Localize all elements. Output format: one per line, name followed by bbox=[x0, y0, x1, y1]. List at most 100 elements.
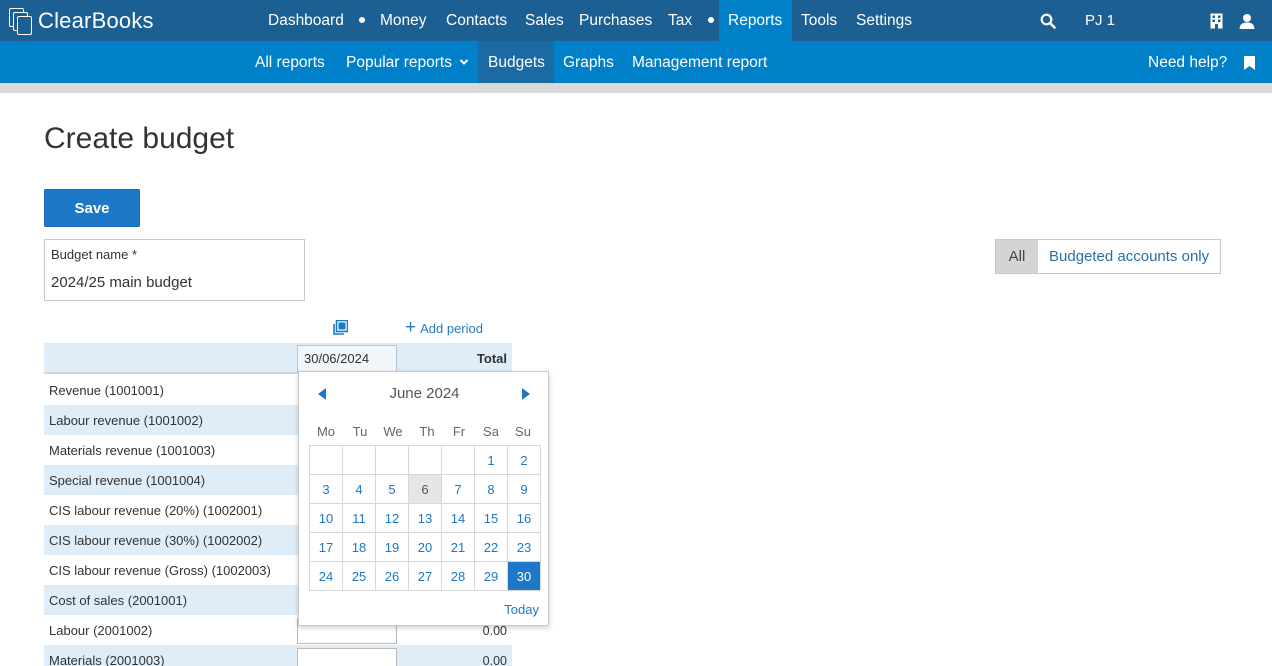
budget-amount-input[interactable] bbox=[297, 648, 397, 666]
datepicker-day[interactable]: 8 bbox=[474, 474, 508, 504]
datepicker-empty-cell bbox=[441, 445, 475, 475]
account-name: Materials revenue (1001003) bbox=[49, 443, 216, 458]
account-name: Cost of sales (2001001) bbox=[49, 593, 188, 608]
datepicker-empty-cell bbox=[342, 445, 376, 475]
total-column-header: Total bbox=[476, 351, 507, 366]
datepicker-day[interactable]: 11 bbox=[342, 503, 376, 533]
datepicker-day[interactable]: 6 bbox=[408, 474, 442, 504]
page-title: Create budget bbox=[44, 122, 235, 155]
datepicker-day[interactable]: 24 bbox=[309, 561, 343, 591]
next-month-icon[interactable] bbox=[522, 388, 530, 400]
datepicker-day[interactable]: 3 bbox=[309, 474, 343, 504]
building-icon[interactable] bbox=[1210, 13, 1223, 29]
datepicker-day[interactable]: 20 bbox=[408, 532, 442, 562]
add-period-label: Add period bbox=[420, 320, 483, 336]
bookmark-icon[interactable] bbox=[1244, 56, 1255, 70]
datepicker-day[interactable]: 27 bbox=[408, 561, 442, 591]
datepicker-day[interactable]: 4 bbox=[342, 474, 376, 504]
user-menu[interactable]: PJ 1 bbox=[1085, 0, 1115, 41]
datepicker-day[interactable]: 22 bbox=[474, 532, 508, 562]
datepicker-day[interactable]: 28 bbox=[441, 561, 475, 591]
datepicker-day[interactable]: 26 bbox=[375, 561, 409, 591]
datepicker-day[interactable]: 5 bbox=[375, 474, 409, 504]
datepicker-day[interactable]: 21 bbox=[441, 532, 475, 562]
save-button[interactable]: Save bbox=[44, 189, 140, 227]
account-filter-toggle: All Budgeted accounts only bbox=[995, 239, 1222, 274]
weekday-header: Mo bbox=[316, 424, 336, 439]
today-link[interactable]: Today bbox=[504, 602, 539, 617]
datepicker-day[interactable]: 16 bbox=[507, 503, 541, 533]
datepicker-month-title: June 2024 bbox=[389, 385, 460, 402]
nav-purchases[interactable]: Purchases bbox=[579, 0, 652, 41]
nav-tools[interactable]: Tools bbox=[801, 0, 837, 41]
datepicker-popup: June 2024 Mo Tu We Th Fr Sa Su 123456789… bbox=[298, 371, 549, 626]
nav-dashboard[interactable]: Dashboard bbox=[268, 0, 344, 41]
subnav-all-reports[interactable]: All reports bbox=[255, 41, 325, 83]
nav-separator-dot-icon bbox=[359, 17, 365, 23]
row-total: 0.00 bbox=[482, 624, 507, 638]
logo-text: ClearBooks bbox=[38, 8, 154, 33]
header-divider bbox=[0, 83, 1272, 93]
datepicker-day[interactable]: 2 bbox=[507, 445, 541, 475]
datepicker-day[interactable]: 10 bbox=[309, 503, 343, 533]
period-date-input[interactable]: 30/06/2024 bbox=[297, 345, 397, 372]
nav-contacts[interactable]: Contacts bbox=[446, 0, 507, 41]
datepicker-day[interactable]: 23 bbox=[507, 532, 541, 562]
nav-tax[interactable]: Tax bbox=[668, 0, 692, 41]
table-row: Materials (2001003) 0.00 bbox=[44, 645, 512, 666]
datepicker-day[interactable]: 15 bbox=[474, 503, 508, 533]
datepicker-week-row: 24 25 26 27 28 29 30 bbox=[309, 561, 541, 591]
datepicker-empty-cell bbox=[309, 445, 343, 475]
datepicker-empty-cell bbox=[408, 445, 442, 475]
logo-mark-icon bbox=[8, 7, 36, 35]
filter-all-button[interactable]: All bbox=[996, 240, 1038, 273]
account-name: CIS labour revenue (30%) (1002002) bbox=[49, 533, 263, 548]
datepicker-day[interactable]: 29 bbox=[474, 561, 508, 591]
account-name: CIS labour revenue (20%) (1002001) bbox=[49, 503, 263, 518]
account-name: Labour revenue (1001002) bbox=[49, 413, 203, 428]
datepicker-day[interactable]: 30 bbox=[507, 561, 541, 591]
user-icon[interactable] bbox=[1239, 13, 1255, 29]
datepicker-day[interactable]: 18 bbox=[342, 532, 376, 562]
need-help-link[interactable]: Need help? bbox=[1148, 41, 1227, 83]
subnav-popular-reports-label: Popular reports bbox=[346, 54, 452, 71]
clearbooks-logo[interactable]: ClearBooks bbox=[8, 7, 154, 35]
account-name: Materials (2001003) bbox=[49, 653, 165, 666]
budget-name-label: Budget name * bbox=[51, 247, 138, 262]
datepicker-day[interactable]: 25 bbox=[342, 561, 376, 591]
budget-name-field[interactable]: Budget name * 2024/25 main budget bbox=[44, 239, 305, 301]
datepicker-week-row: 17 18 19 20 21 22 23 bbox=[309, 532, 541, 562]
search-icon[interactable] bbox=[1040, 13, 1056, 29]
add-period-button[interactable]: + Add period bbox=[405, 318, 483, 337]
datepicker-day[interactable]: 7 bbox=[441, 474, 475, 504]
subnav-budgets[interactable]: Budgets bbox=[478, 41, 554, 83]
budget-grid-header: 30/06/2024 Total bbox=[44, 343, 512, 374]
datepicker-day[interactable]: 1 bbox=[474, 445, 508, 475]
account-name: Labour (2001002) bbox=[49, 623, 153, 638]
datepicker-empty-cell bbox=[375, 445, 409, 475]
datepicker-day[interactable]: 17 bbox=[309, 532, 343, 562]
datepicker-day[interactable]: 9 bbox=[507, 474, 541, 504]
nav-sales[interactable]: Sales bbox=[525, 0, 564, 41]
nav-separator-dot-icon bbox=[708, 17, 714, 23]
subnav-popular-reports[interactable]: Popular reports bbox=[346, 41, 469, 83]
nav-reports[interactable]: Reports bbox=[719, 0, 792, 41]
weekday-header: Su bbox=[515, 424, 531, 439]
subnav-graphs[interactable]: Graphs bbox=[563, 41, 614, 83]
weekday-header: We bbox=[383, 424, 403, 439]
nav-settings[interactable]: Settings bbox=[856, 0, 912, 41]
chevron-down-icon bbox=[460, 59, 469, 65]
copy-icon[interactable] bbox=[332, 320, 348, 336]
weekday-header: Tu bbox=[352, 424, 368, 439]
weekday-header: Fr bbox=[452, 424, 466, 439]
subnav-management-report[interactable]: Management report bbox=[632, 41, 767, 83]
filter-budgeted-only-button[interactable]: Budgeted accounts only bbox=[1038, 240, 1221, 273]
datepicker-day[interactable]: 14 bbox=[441, 503, 475, 533]
datepicker-week-row: 12 bbox=[309, 445, 541, 475]
nav-money[interactable]: Money bbox=[380, 0, 427, 41]
datepicker-day[interactable]: 19 bbox=[375, 532, 409, 562]
budget-name-input[interactable]: 2024/25 main budget bbox=[51, 274, 192, 291]
datepicker-day[interactable]: 13 bbox=[408, 503, 442, 533]
reports-subnav: All reports Popular reports Budgets Grap… bbox=[0, 41, 1272, 83]
datepicker-day[interactable]: 12 bbox=[375, 503, 409, 533]
